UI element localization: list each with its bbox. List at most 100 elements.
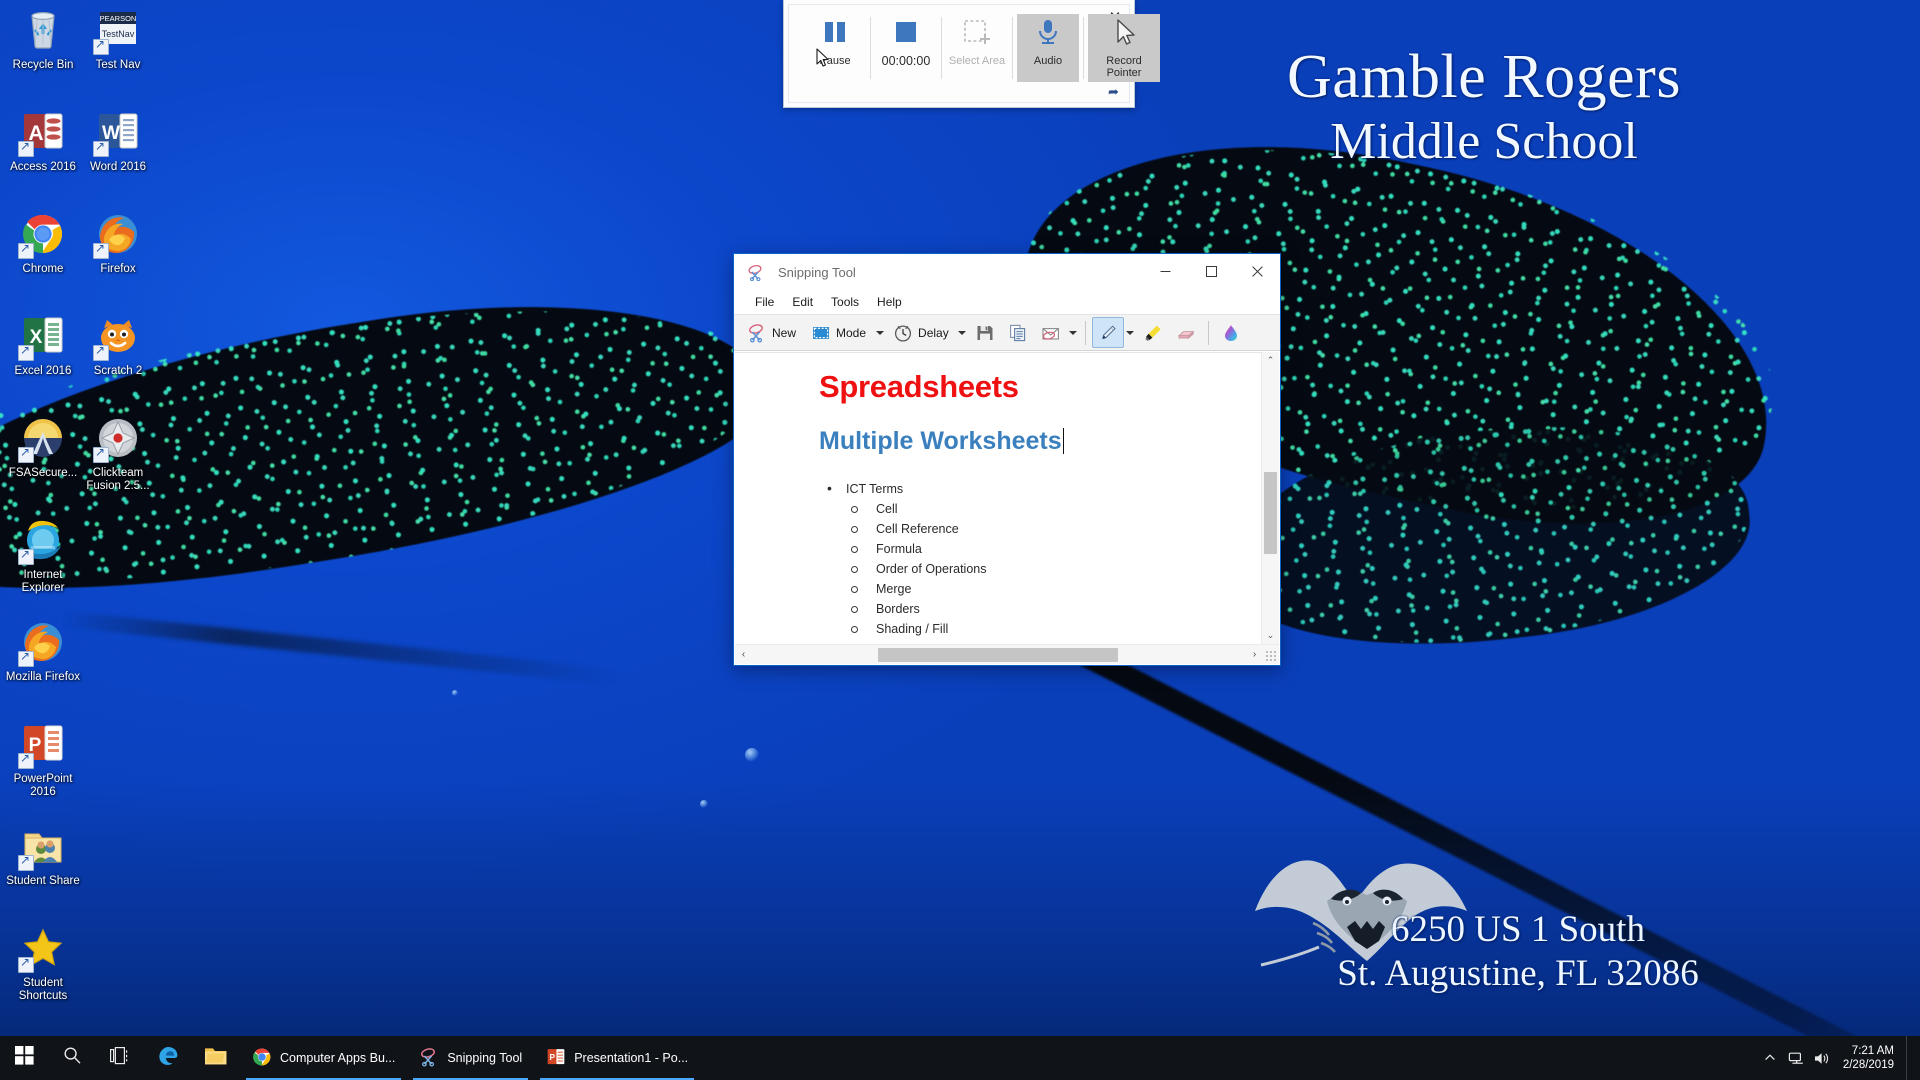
- star-folder-icon: [18, 924, 67, 973]
- search-button[interactable]: [48, 1036, 96, 1080]
- taskbar-clock[interactable]: 7:21 AM 2/28/2019: [1835, 1044, 1906, 1072]
- email-button[interactable]: [1035, 317, 1067, 348]
- scroll-right-button[interactable]: ›: [1246, 649, 1263, 660]
- delay-dropdown-caret[interactable]: [957, 317, 968, 348]
- mode-button[interactable]: Mode: [804, 317, 873, 348]
- list-item: Formula: [819, 539, 1261, 559]
- menu-item-help[interactable]: Help: [868, 293, 911, 311]
- firefox-icon: [93, 210, 142, 259]
- recorder-stop-button[interactable]: 00:00:00: [875, 14, 937, 82]
- selection-icon: [811, 323, 831, 343]
- desktop-icon-label: Internet Explorer: [21, 569, 65, 594]
- word-icon: W: [93, 108, 142, 157]
- mode-dropdown-caret[interactable]: [874, 317, 885, 348]
- desktop-icon-firefox[interactable]: Firefox: [79, 210, 157, 276]
- snipping-tool-titlebar[interactable]: Snipping Tool: [734, 254, 1280, 290]
- desktop-icon-label: Firefox: [100, 263, 136, 275]
- menu-item-edit[interactable]: Edit: [783, 293, 822, 311]
- task-view-button[interactable]: [96, 1036, 144, 1080]
- network-icon[interactable]: [1783, 1036, 1809, 1080]
- recorder-record-pointer-button[interactable]: Record Pointer: [1088, 14, 1160, 82]
- desktop-icon-fsa-secure[interactable]: FSASecure...: [4, 414, 82, 480]
- pause-icon: [818, 18, 852, 50]
- desktop-icon-excel-2016[interactable]: X Excel 2016: [4, 312, 82, 378]
- taskbar-app-computer-apps[interactable]: Computer Apps Bu...: [240, 1036, 407, 1080]
- desktop-icon-label: Word 2016: [89, 161, 147, 173]
- taskbar-app-label: Computer Apps Bu...: [280, 1051, 396, 1065]
- horizontal-scrollbar-thumb[interactable]: [878, 648, 1118, 662]
- snipping-tool-icon: [419, 1047, 439, 1070]
- chevron-up-icon[interactable]: [1757, 1036, 1783, 1080]
- recorder-select-area-button[interactable]: Select Area: [946, 14, 1008, 82]
- stop-square-icon: [889, 18, 923, 50]
- save-button[interactable]: [969, 317, 1001, 348]
- bubble: [700, 800, 708, 808]
- desktop-icon-recycle-bin[interactable]: Recycle Bin: [4, 6, 82, 72]
- color-button[interactable]: [1215, 317, 1247, 348]
- desktop-icon-student-share[interactable]: Student Share: [4, 822, 82, 888]
- recorder-audio-button[interactable]: Audio: [1017, 14, 1079, 82]
- desktop-icon-label: Chrome: [22, 263, 64, 275]
- list-item: Shading / Fill: [819, 619, 1261, 639]
- vertical-scrollbar[interactable]: ⌃ ⌄: [1261, 352, 1279, 644]
- chrome-icon: [252, 1047, 272, 1070]
- save-floppy-icon: [975, 323, 995, 343]
- taskbar-edge-button[interactable]: [144, 1036, 192, 1080]
- screen-recorder-toolbar[interactable]: ✕ ➦ Pause 00:00:00: [783, 0, 1160, 108]
- copy-button[interactable]: [1002, 317, 1034, 348]
- snipping-tool-toolbar: New Mode Delay: [734, 314, 1280, 351]
- svg-text:PEARSON: PEARSON: [100, 14, 137, 23]
- resize-grip[interactable]: [1265, 650, 1277, 662]
- excel-icon: X: [18, 312, 67, 361]
- desktop-icon-mozilla-firefox[interactable]: Mozilla Firefox: [4, 618, 82, 684]
- svg-text:P: P: [550, 1051, 556, 1061]
- select-area-icon: [960, 18, 994, 50]
- highlighter-icon: [1143, 323, 1163, 343]
- close-button[interactable]: [1234, 254, 1280, 288]
- show-desktop-button[interactable]: [1906, 1036, 1914, 1080]
- menu-item-file[interactable]: File: [746, 293, 783, 311]
- recorder-pause-button[interactable]: Pause: [804, 14, 866, 82]
- list-item: Cell: [819, 499, 1261, 519]
- scroll-left-button[interactable]: ‹: [735, 649, 752, 660]
- start-button[interactable]: [0, 1036, 48, 1080]
- desktop-icon-test-nav[interactable]: PEARSON TestNav Test Nav: [79, 6, 157, 72]
- email-dropdown-caret[interactable]: [1068, 317, 1079, 348]
- delay-label: Delay: [918, 325, 949, 340]
- minimize-button[interactable]: [1142, 254, 1188, 288]
- desktop-icon-chrome[interactable]: Chrome: [4, 210, 82, 276]
- pin-icon[interactable]: ➦: [1108, 85, 1122, 99]
- desktop-icon-internet-explorer[interactable]: Internet Explorer: [4, 516, 82, 595]
- scroll-up-button[interactable]: ⌃: [1262, 352, 1279, 369]
- eraser-button[interactable]: [1170, 317, 1202, 348]
- desktop-icon-access-2016[interactable]: A Access 2016: [4, 108, 82, 174]
- pen-button[interactable]: [1091, 317, 1124, 348]
- desktop-icon-powerpoint-2016[interactable]: P PowerPoint 2016: [4, 720, 82, 799]
- scroll-down-button[interactable]: ⌄: [1262, 627, 1279, 644]
- taskbar-file-explorer-button[interactable]: [192, 1036, 240, 1080]
- desktop-icon-student-shortcuts[interactable]: Student Shortcuts: [4, 924, 82, 1003]
- volume-icon[interactable]: [1809, 1036, 1835, 1080]
- school-name-line1: Gamble Rogers: [1287, 43, 1681, 111]
- menu-item-tools[interactable]: Tools: [822, 293, 868, 311]
- snipping-tool-window[interactable]: Snipping Tool File Edit Tools Help New M…: [733, 253, 1281, 666]
- delay-button[interactable]: Delay: [886, 317, 956, 348]
- new-snip-button[interactable]: New: [740, 317, 803, 348]
- desktop-icon-label: Student Shortcuts: [18, 977, 68, 1002]
- pen-dropdown-caret[interactable]: [1125, 317, 1136, 348]
- taskbar-app-presentation1[interactable]: P Presentation1 - Po...: [534, 1036, 700, 1080]
- desktop-icon-word-2016[interactable]: W Word 2016: [79, 108, 157, 174]
- snip-capture-area[interactable]: Spreadsheets Multiple Worksheets ICT Ter…: [735, 352, 1279, 644]
- vertical-scrollbar-thumb[interactable]: [1264, 472, 1277, 554]
- desktop-icon-scratch-2[interactable]: Scratch 2: [79, 312, 157, 378]
- maximize-button[interactable]: [1188, 254, 1234, 288]
- divider: [1084, 320, 1086, 345]
- taskbar-app-label: Snipping Tool: [447, 1051, 523, 1065]
- taskbar-app-snipping-tool[interactable]: Snipping Tool: [407, 1036, 534, 1080]
- horizontal-scrollbar[interactable]: ‹ ›: [735, 644, 1279, 664]
- highlighter-button[interactable]: [1137, 317, 1169, 348]
- divider: [1083, 17, 1084, 79]
- email-icon: [1041, 323, 1061, 343]
- desktop-icon-clickteam-fusion[interactable]: Clickteam Fusion 2.5...: [79, 414, 157, 493]
- desktop-icon-label: Student Share: [6, 875, 80, 887]
